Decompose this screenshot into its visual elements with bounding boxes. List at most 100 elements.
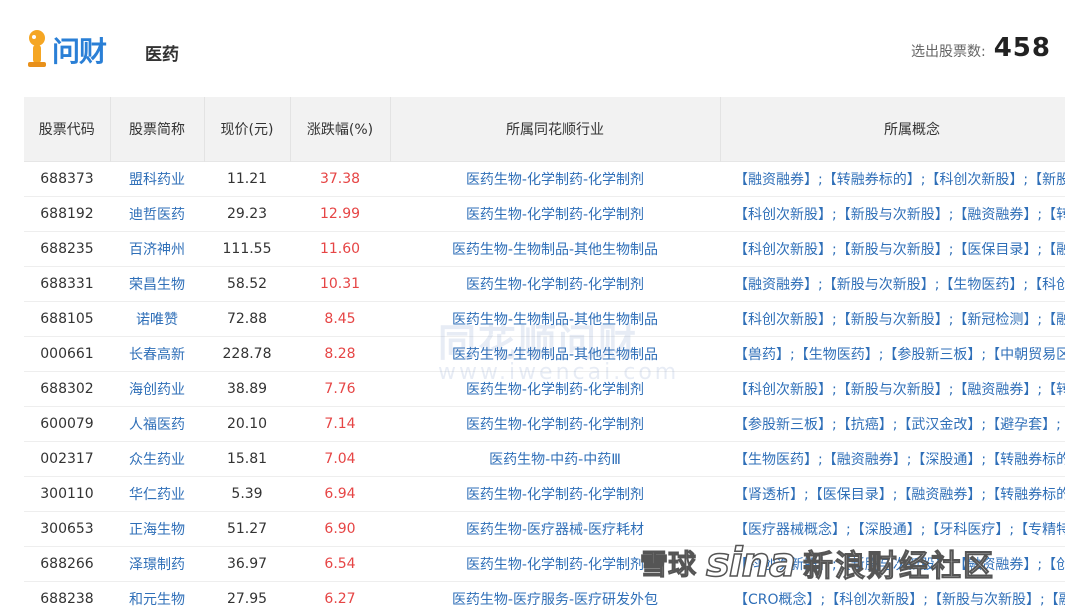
stock-code-cell: 688266 — [24, 546, 110, 582]
concepts-link[interactable]: 【融资融券】;【转融券标的】;【科创次新股】;【新股 — [720, 161, 1065, 197]
concepts-link[interactable]: 【CRO概念】;【科创次新股】;【新股与次新股】;【融 — [720, 581, 1065, 610]
change-cell: 37.38 — [290, 161, 390, 197]
col-header-code[interactable]: 股票代码 — [24, 97, 111, 162]
stock-name-link[interactable]: 迪哲医药 — [110, 196, 204, 232]
logo-mascot-icon — [28, 30, 46, 67]
table-row: 688331 荣昌生物 58.52 10.31 医药生物-化学制药-化学制剂 【融资融券】… — [24, 266, 1065, 302]
change-cell: 6.94 — [290, 476, 390, 512]
stock-code-cell: 300110 — [24, 476, 110, 512]
concepts-link[interactable]: 【科创次新股】;【新股与次新股】;【医保目录】;【融 — [720, 231, 1065, 267]
industry-link[interactable]: 医药生物-医疗服务-医疗研发外包 — [390, 581, 720, 610]
stock-code-cell: 688302 — [24, 371, 110, 407]
concepts-link[interactable]: 【科创次新股】;【新股与次新股】;【融资融券】;【创新药 — [720, 546, 1065, 582]
count-value: 458 — [993, 33, 1051, 63]
col-header-industry[interactable]: 所属同花顺行业 — [390, 97, 721, 162]
stock-code-cell: 688373 — [24, 161, 110, 197]
col-header-name[interactable]: 股票简称 — [110, 97, 205, 162]
stock-name-link[interactable]: 长春高新 — [110, 336, 204, 372]
count-label: 选出股票数: — [911, 44, 986, 60]
stock-name-link[interactable]: 人福医药 — [110, 406, 204, 442]
stock-code-cell: 688331 — [24, 266, 110, 302]
change-cell: 12.99 — [290, 196, 390, 232]
col-header-price[interactable]: 现价(元) — [204, 97, 291, 162]
stock-name-link[interactable]: 荣昌生物 — [110, 266, 204, 302]
concepts-link[interactable]: 【医疗器械概念】;【深股通】;【牙科医疗】;【专精特 — [720, 511, 1065, 547]
change-cell: 7.76 — [290, 371, 390, 407]
industry-link[interactable]: 医药生物-化学制药-化学制剂 — [390, 196, 720, 232]
change-cell: 7.14 — [290, 406, 390, 442]
result-count: 选出股票数: 458 — [911, 33, 1051, 63]
iwencai-logo[interactable]: 问财 — [24, 28, 107, 72]
stock-name-link[interactable]: 众生药业 — [110, 441, 204, 477]
stock-code-cell: 002317 — [24, 441, 110, 477]
stock-code-cell: 688235 — [24, 231, 110, 267]
industry-link[interactable]: 医药生物-化学制药-化学制剂 — [390, 161, 720, 197]
industry-link[interactable]: 医药生物-化学制药-化学制剂 — [390, 371, 720, 407]
stock-table-container[interactable]: 股票代码 股票简称 现价(元) 涨跌幅(%) 所属同花顺行业 所属概念 6883… — [24, 97, 1065, 610]
industry-link[interactable]: 医药生物-化学制药-化学制剂 — [390, 476, 720, 512]
concepts-link[interactable]: 【科创次新股】;【新股与次新股】;【融资融券】;【转 — [720, 196, 1065, 232]
concepts-link[interactable]: 【生物医药】;【融资融券】;【深股通】;【转融券标的 — [720, 441, 1065, 477]
stock-name-link[interactable]: 诺唯赞 — [110, 301, 204, 337]
price-cell: 27.95 — [204, 581, 290, 610]
stock-code-cell: 688192 — [24, 196, 110, 232]
stock-name-link[interactable]: 华仁药业 — [110, 476, 204, 512]
industry-link[interactable]: 医药生物-医疗器械-医疗耗材 — [390, 511, 720, 547]
stock-name-link[interactable]: 泽璟制药 — [110, 546, 204, 582]
stock-name-link[interactable]: 盟科药业 — [110, 161, 204, 197]
stock-name-link[interactable]: 百济神州 — [110, 231, 204, 267]
table-row: 688235 百济神州 111.55 11.60 医药生物-生物制品-其他生物制品 【科创… — [24, 231, 1065, 267]
table-row: 002317 众生药业 15.81 7.04 医药生物-中药-中药Ⅲ 【生物医药】;【融资… — [24, 441, 1065, 477]
change-cell: 8.28 — [290, 336, 390, 372]
table-row: 688266 泽璟制药 36.97 6.54 医药生物-化学制药-化学制剂 【科创次新股】… — [24, 546, 1065, 582]
change-cell: 6.27 — [290, 581, 390, 610]
stock-code-cell: 688238 — [24, 581, 110, 610]
col-header-change[interactable]: 涨跌幅(%) — [290, 97, 391, 162]
industry-link[interactable]: 医药生物-生物制品-其他生物制品 — [390, 336, 720, 372]
stock-code-cell: 688105 — [24, 301, 110, 337]
price-cell: 111.55 — [204, 231, 290, 267]
industry-link[interactable]: 医药生物-生物制品-其他生物制品 — [390, 301, 720, 337]
price-cell: 20.10 — [204, 406, 290, 442]
price-cell: 36.97 — [204, 546, 290, 582]
logo-text: 问财 — [52, 35, 107, 68]
concepts-link[interactable]: 【科创次新股】;【新股与次新股】;【新冠检测】;【融 — [720, 301, 1065, 337]
stock-name-link[interactable]: 和元生物 — [110, 581, 204, 610]
concepts-link[interactable]: 【肾透析】;【医保目录】;【融资融券】;【转融券标的 — [720, 476, 1065, 512]
stock-code-cell: 000661 — [24, 336, 110, 372]
change-cell: 6.54 — [290, 546, 390, 582]
price-cell: 15.81 — [204, 441, 290, 477]
stock-name-link[interactable]: 正海生物 — [110, 511, 204, 547]
col-header-concepts[interactable]: 所属概念 — [720, 97, 1065, 162]
stock-table: 股票代码 股票简称 现价(元) 涨跌幅(%) 所属同花顺行业 所属概念 6883… — [24, 97, 1065, 610]
industry-link[interactable]: 医药生物-化学制药-化学制剂 — [390, 546, 720, 582]
industry-link[interactable]: 医药生物-化学制药-化学制剂 — [390, 266, 720, 302]
concepts-link[interactable]: 【科创次新股】;【新股与次新股】;【融资融券】;【转 — [720, 371, 1065, 407]
concepts-link[interactable]: 【兽药】;【生物医药】;【参股新三板】;【中朝贸易区 — [720, 336, 1065, 372]
table-row: 688192 迪哲医药 29.23 12.99 医药生物-化学制药-化学制剂 【科创次新股… — [24, 196, 1065, 232]
change-cell: 6.90 — [290, 511, 390, 547]
price-cell: 58.52 — [204, 266, 290, 302]
concepts-link[interactable]: 【参股新三板】;【抗癌】;【武汉金改】;【避孕套】;【 — [720, 406, 1065, 442]
industry-link[interactable]: 医药生物-化学制药-化学制剂 — [390, 406, 720, 442]
price-cell: 5.39 — [204, 476, 290, 512]
price-cell: 51.27 — [204, 511, 290, 547]
table-row: 688373 盟科药业 11.21 37.38 医药生物-化学制药-化学制剂 【融资融券】… — [24, 161, 1065, 197]
header: 问财 医药 选出股票数: 458 — [0, 0, 1089, 96]
table-row: 688238 和元生物 27.95 6.27 医药生物-医疗服务-医疗研发外包 【CRO概… — [24, 581, 1065, 610]
table-row: 600079 人福医药 20.10 7.14 医药生物-化学制药-化学制剂 【参股新三板】… — [24, 406, 1065, 442]
change-cell: 10.31 — [290, 266, 390, 302]
price-cell: 72.88 — [204, 301, 290, 337]
change-cell: 7.04 — [290, 441, 390, 477]
stock-code-cell: 300653 — [24, 511, 110, 547]
industry-link[interactable]: 医药生物-生物制品-其他生物制品 — [390, 231, 720, 267]
change-cell: 8.45 — [290, 301, 390, 337]
table-header-row: 股票代码 股票简称 现价(元) 涨跌幅(%) 所属同花顺行业 所属概念 — [24, 97, 1065, 162]
table-row: 688105 诺唯赞 72.88 8.45 医药生物-生物制品-其他生物制品 【科创次新股… — [24, 301, 1065, 337]
change-cell: 11.60 — [290, 231, 390, 267]
concepts-link[interactable]: 【融资融券】;【新股与次新股】;【生物医药】;【科创 — [720, 266, 1065, 302]
price-cell: 29.23 — [204, 196, 290, 232]
price-cell: 38.89 — [204, 371, 290, 407]
industry-link[interactable]: 医药生物-中药-中药Ⅲ — [390, 441, 720, 477]
stock-name-link[interactable]: 海创药业 — [110, 371, 204, 407]
